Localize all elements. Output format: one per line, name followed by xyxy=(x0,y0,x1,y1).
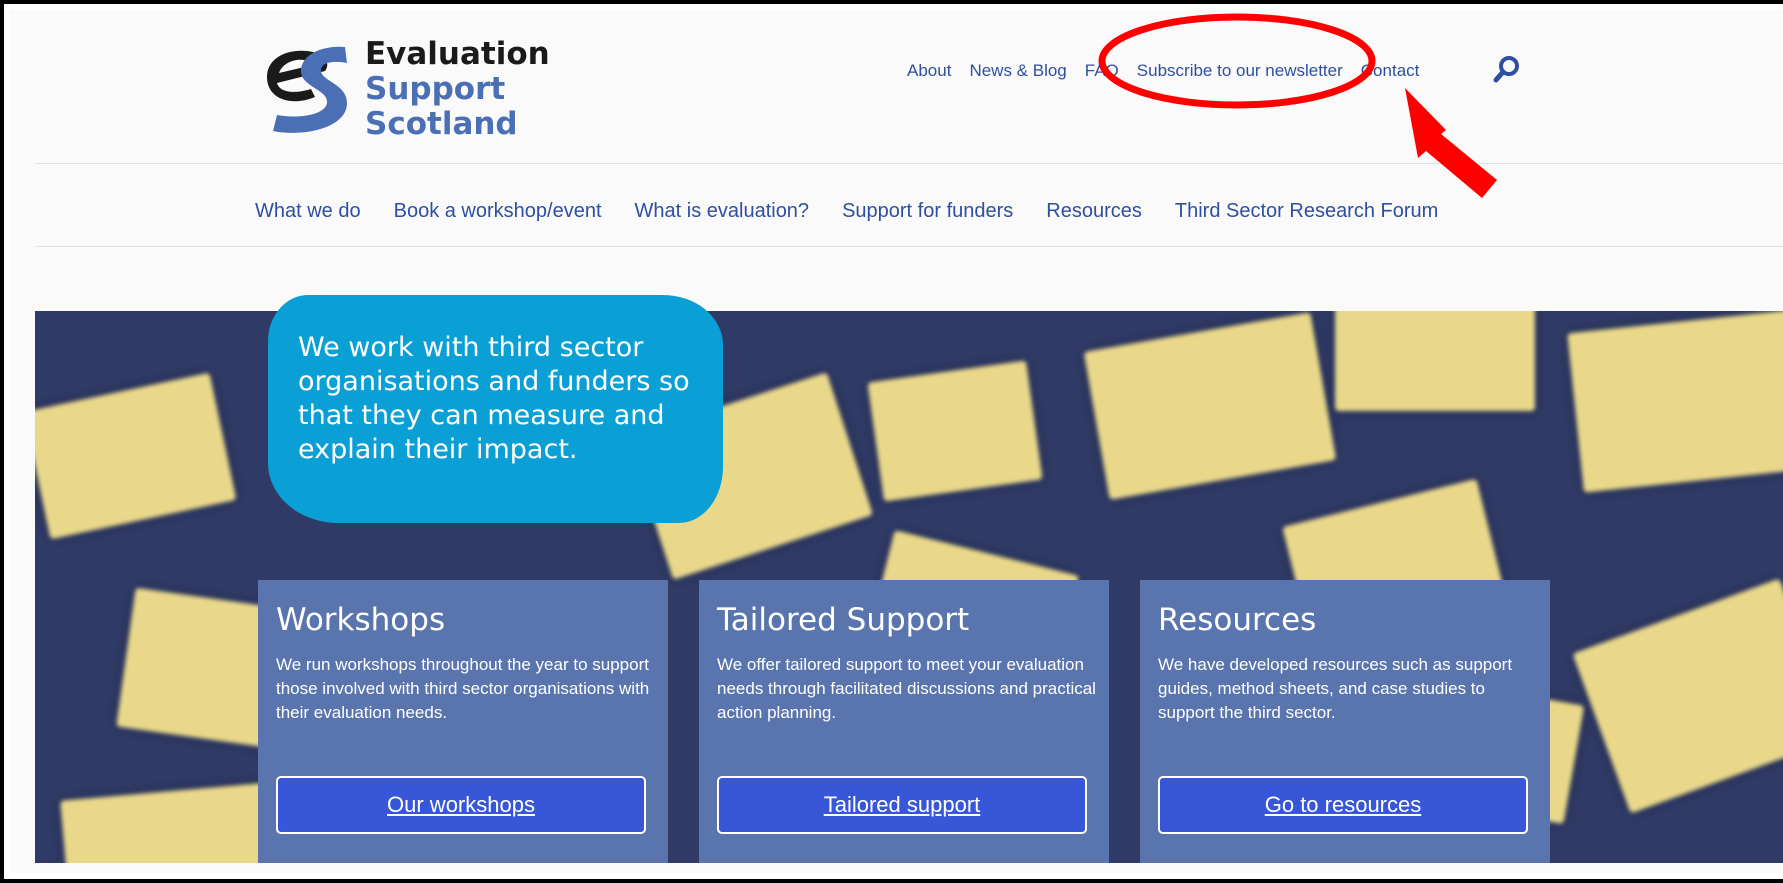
our-workshops-button[interactable]: Our workshops xyxy=(276,776,646,834)
nav-subscribe-newsletter[interactable]: Subscribe to our newsletter xyxy=(1137,61,1343,81)
hero-note xyxy=(1335,311,1535,411)
card-tailored-support: Tailored Support We offer tailored suppo… xyxy=(699,580,1109,863)
card-description: We run workshops throughout the year to … xyxy=(276,655,650,722)
nav-faq[interactable]: FAQ xyxy=(1085,61,1119,81)
main-navigation: What we do Book a workshop/event What is… xyxy=(255,200,1471,223)
hero-tagline: We work with third sector organisations … xyxy=(298,332,690,465)
nav-about[interactable]: About xyxy=(907,61,951,81)
hero-speech-bubble: We work with third sector organisations … xyxy=(268,295,723,523)
header-divider xyxy=(35,163,1783,164)
nav-news-blog[interactable]: News & Blog xyxy=(969,61,1066,81)
go-to-resources-button[interactable]: Go to resources xyxy=(1158,776,1528,834)
hero-note xyxy=(60,781,290,863)
logo-text: Evaluation Support Scotland xyxy=(365,37,550,142)
logo-line-3: Scotland xyxy=(365,106,518,142)
logo-line-1: Evaluation xyxy=(365,36,550,72)
hero-note xyxy=(1572,578,1783,814)
webpage: Evaluation Support Scotland About News &… xyxy=(10,10,1783,873)
hero-note xyxy=(1567,311,1783,493)
nav-third-sector-research-forum[interactable]: Third Sector Research Forum xyxy=(1175,200,1438,223)
site-logo[interactable]: Evaluation Support Scotland xyxy=(255,35,575,155)
card-description: We offer tailored support to meet your e… xyxy=(717,655,1096,722)
nav-resources[interactable]: Resources xyxy=(1046,200,1142,223)
top-navigation: About News & Blog FAQ Subscribe to our n… xyxy=(907,56,1437,86)
card-title: Resources xyxy=(1158,602,1317,638)
card-title: Workshops xyxy=(276,602,446,638)
nav-support-for-funders[interactable]: Support for funders xyxy=(842,200,1013,223)
card-title: Tailored Support xyxy=(717,602,970,638)
nav-divider xyxy=(35,246,1783,247)
logo-line-2: Support xyxy=(365,71,506,107)
card-resources: Resources We have developed resources su… xyxy=(1140,580,1550,863)
nav-book-workshop[interactable]: Book a workshop/event xyxy=(394,200,602,223)
search-icon[interactable] xyxy=(1493,55,1521,83)
hero-note xyxy=(35,372,237,540)
nav-what-is-evaluation[interactable]: What is evaluation? xyxy=(635,200,810,223)
hero-note xyxy=(1083,312,1337,500)
card-workshops: Workshops We run workshops throughout th… xyxy=(258,580,668,863)
tailored-support-button[interactable]: Tailored support xyxy=(717,776,1087,834)
hero-note xyxy=(867,360,1043,502)
nav-what-we-do[interactable]: What we do xyxy=(255,200,361,223)
card-description: We have developed resources such as supp… xyxy=(1158,655,1513,722)
nav-contact[interactable]: Contact xyxy=(1361,61,1420,81)
es-logo-icon xyxy=(267,46,347,133)
